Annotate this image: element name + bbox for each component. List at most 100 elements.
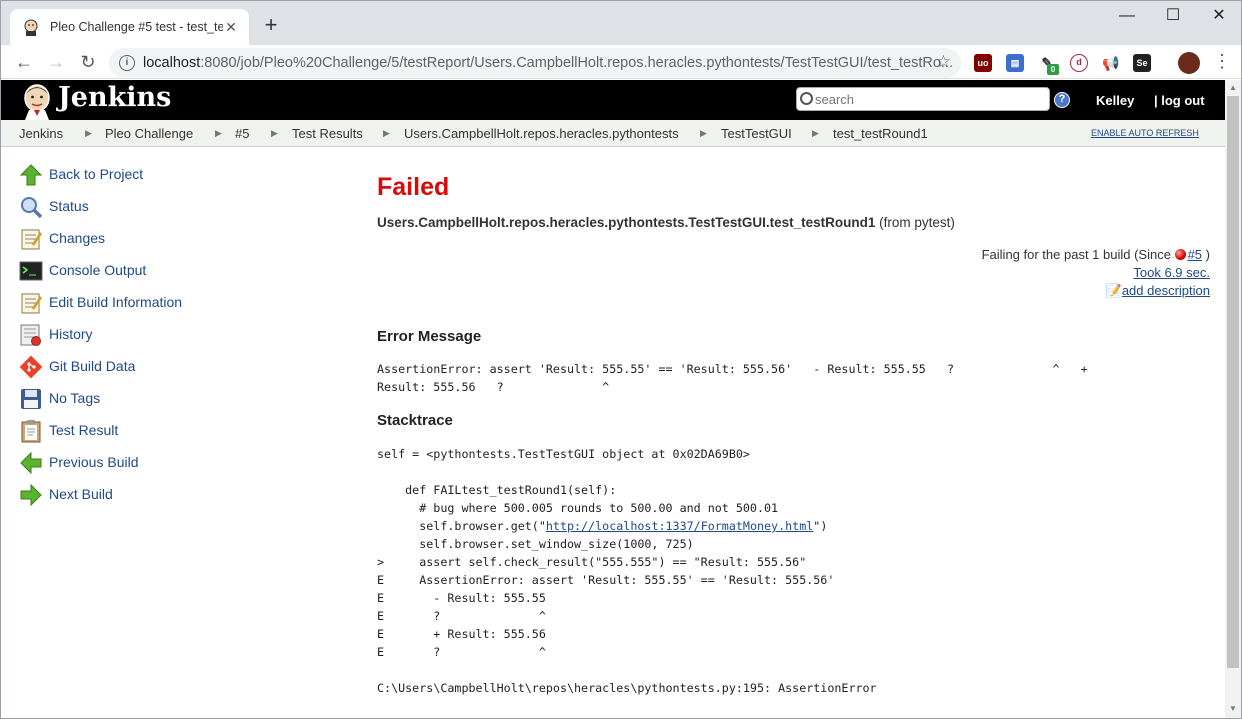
minimize-icon[interactable]: — — [1104, 5, 1150, 29]
reader-extension-icon[interactable]: ▤ — [1006, 54, 1024, 72]
sidebar-item-label: History — [49, 326, 93, 342]
help-icon[interactable]: ? — [1054, 92, 1070, 108]
sidebar-item-label: Test Result — [49, 422, 119, 438]
add-description-link[interactable]: add description — [1122, 283, 1210, 298]
breadcrumb-separator-icon[interactable]: ▶ — [383, 128, 390, 139]
close-window-icon[interactable]: ✕ — [1196, 5, 1241, 29]
url-text: localhost:8080/job/Pleo%20Challenge/5/te… — [143, 55, 954, 71]
jenkins-title[interactable]: Jenkins — [58, 82, 171, 113]
sidebar-item-console-output[interactable]: Console Output — [19, 259, 319, 283]
test-full-name: Users.CampbellHolt.repos.heracles.python… — [377, 215, 955, 230]
took-time-link[interactable]: Took 6.9 sec. — [1133, 265, 1210, 280]
browser-window: Pleo Challenge #5 test - test_test ✕ + —… — [0, 0, 1242, 719]
breadcrumb-jenkins[interactable]: Jenkins — [19, 126, 63, 141]
breadcrumb-separator-icon[interactable]: ▶ — [271, 128, 278, 139]
sidebar-item-edit-build-information[interactable]: Edit Build Information — [19, 291, 319, 315]
scroll-thumb[interactable] — [1227, 96, 1239, 668]
search-icon — [800, 92, 813, 105]
sidebar-item-label: Previous Build — [49, 454, 139, 470]
maximize-icon[interactable]: ☐ — [1150, 5, 1196, 29]
git-icon — [19, 355, 43, 379]
forward-icon[interactable]: → — [43, 49, 69, 75]
notepad-icon — [21, 229, 43, 250]
sidebar-item-label: Git Build Data — [49, 358, 136, 374]
right-arrow-icon — [20, 483, 42, 507]
sidebar-item-previous-build[interactable]: Previous Build — [19, 451, 319, 475]
breadcrumb-separator-icon[interactable]: ▶ — [215, 128, 222, 139]
breadcrumb-job[interactable]: Pleo Challenge — [105, 126, 193, 141]
browser-tab[interactable]: Pleo Challenge #5 test - test_test ✕ — [10, 9, 249, 45]
sidebar-item-status[interactable]: Status — [19, 195, 319, 219]
left-arrow-icon — [20, 451, 42, 475]
notepad-icon — [21, 293, 43, 314]
ublock-extension-icon[interactable]: uo — [974, 54, 992, 72]
chrome-menu-icon[interactable]: ⋮ — [1213, 51, 1231, 72]
selenium-extension-icon[interactable]: Se — [1133, 54, 1151, 72]
failing-build-link[interactable]: #5 — [1188, 247, 1202, 262]
clipboard-icon — [21, 420, 41, 443]
sidebar-item-changes[interactable]: Changes — [19, 227, 319, 251]
sidebar-item-label: Console Output — [49, 262, 147, 278]
save-icon — [21, 389, 41, 409]
user-link[interactable]: Kelley — [1096, 93, 1134, 108]
reload-icon[interactable]: ↻ — [75, 49, 101, 75]
failing-info: Failing for the past 1 build (Since #5 ) — [981, 247, 1210, 262]
breadcrumb-test-results[interactable]: Test Results — [292, 126, 363, 141]
sidebar-item-history[interactable]: History — [19, 323, 319, 347]
page-title: Failed — [377, 173, 450, 201]
breadcrumb-class[interactable]: TestTestGUI — [721, 126, 792, 141]
breadcrumb-build[interactable]: #5 — [235, 126, 249, 141]
sidebar-item-git-build-data[interactable]: Git Build Data — [19, 355, 319, 379]
bookmark-star-icon[interactable]: ☆ — [936, 52, 951, 72]
breadcrumb-separator-icon[interactable]: ▶ — [85, 128, 92, 139]
jenkins-favicon-icon — [24, 19, 38, 36]
jenkins-header: Jenkins ? Kelley | log out — [1, 80, 1225, 120]
jenkins-search-box — [796, 87, 1050, 111]
breadcrumb-separator-icon[interactable]: ▶ — [812, 128, 819, 139]
sidebar-item-no-tags[interactable]: No Tags — [19, 387, 319, 411]
stacktrace-url-link[interactable]: http://localhost:1337/FormatMoney.html — [546, 519, 813, 533]
terminal-icon — [19, 261, 43, 281]
tab-strip: Pleo Challenge #5 test - test_test ✕ + —… — [1, 1, 1241, 45]
sidebar-item-label: Edit Build Information — [49, 294, 183, 310]
new-tab-button[interactable]: + — [259, 13, 283, 37]
up-arrow-icon — [19, 164, 43, 186]
breadcrumb-package[interactable]: Users.CampbellHolt.repos.heracles.python… — [404, 126, 679, 141]
took-time: Took 6.9 sec. — [1133, 265, 1210, 280]
breadcrumb-separator-icon[interactable]: ▶ — [700, 128, 707, 139]
tab-title: Pleo Challenge #5 test - test_test — [50, 20, 223, 34]
jenkins-search-input[interactable] — [815, 90, 1045, 108]
enable-auto-refresh-link[interactable]: ENABLE AUTO REFRESH — [1091, 128, 1199, 138]
browser-toolbar: ← → ↻ i localhost:8080/job/Pleo%20Challe… — [1, 45, 1241, 79]
sidebar-item-label: Changes — [49, 230, 106, 246]
page-scrollbar[interactable]: ▲ ▼ — [1225, 80, 1241, 718]
breadcrumb: Jenkins ▶ Pleo Challenge ▶ #5 ▶ Test Res… — [1, 120, 1225, 147]
address-bar[interactable]: i localhost:8080/job/Pleo%20Challenge/5/… — [109, 48, 961, 78]
scroll-up-icon[interactable]: ▲ — [1229, 83, 1237, 92]
stacktrace-heading: Stacktrace — [377, 412, 453, 429]
extension-badge: 0 — [1047, 64, 1059, 75]
sidebar-item-test-result[interactable]: Test Result — [19, 419, 319, 443]
sidebar-item-label: Status — [49, 198, 89, 214]
logout-link[interactable]: | log out — [1154, 93, 1205, 108]
megaphone-extension-icon[interactable]: 📢 — [1102, 54, 1120, 72]
sidebar-item-label: No Tags — [49, 390, 101, 406]
sidebar-item-back-to-project[interactable]: Back to Project — [19, 163, 319, 187]
jenkins-logo-icon[interactable] — [19, 82, 55, 120]
add-description: 📝add description — [1106, 283, 1210, 299]
stacktrace-text: self = <pythontests.TestTestGUI object a… — [377, 447, 877, 695]
failed-build-ball-icon — [1174, 249, 1186, 260]
sidebar-item-label: Next Build — [49, 486, 113, 502]
sidebar-item-label: Back to Project — [49, 166, 144, 182]
profile-avatar[interactable] — [1178, 52, 1200, 74]
scroll-down-icon[interactable]: ▼ — [1229, 704, 1237, 713]
sidebar-item-next-build[interactable]: Next Build — [19, 483, 319, 507]
error-message-text: AssertionError: assert 'Result: 555.55' … — [377, 362, 1088, 394]
search-icon — [21, 197, 43, 219]
close-tab-icon[interactable]: ✕ — [223, 19, 239, 36]
site-info-icon[interactable]: i — [119, 55, 135, 71]
d-extension-icon[interactable]: d — [1070, 54, 1088, 72]
back-icon[interactable]: ← — [11, 49, 37, 75]
breadcrumb-test[interactable]: test_testRound1 — [833, 126, 928, 141]
history-icon — [20, 324, 41, 346]
